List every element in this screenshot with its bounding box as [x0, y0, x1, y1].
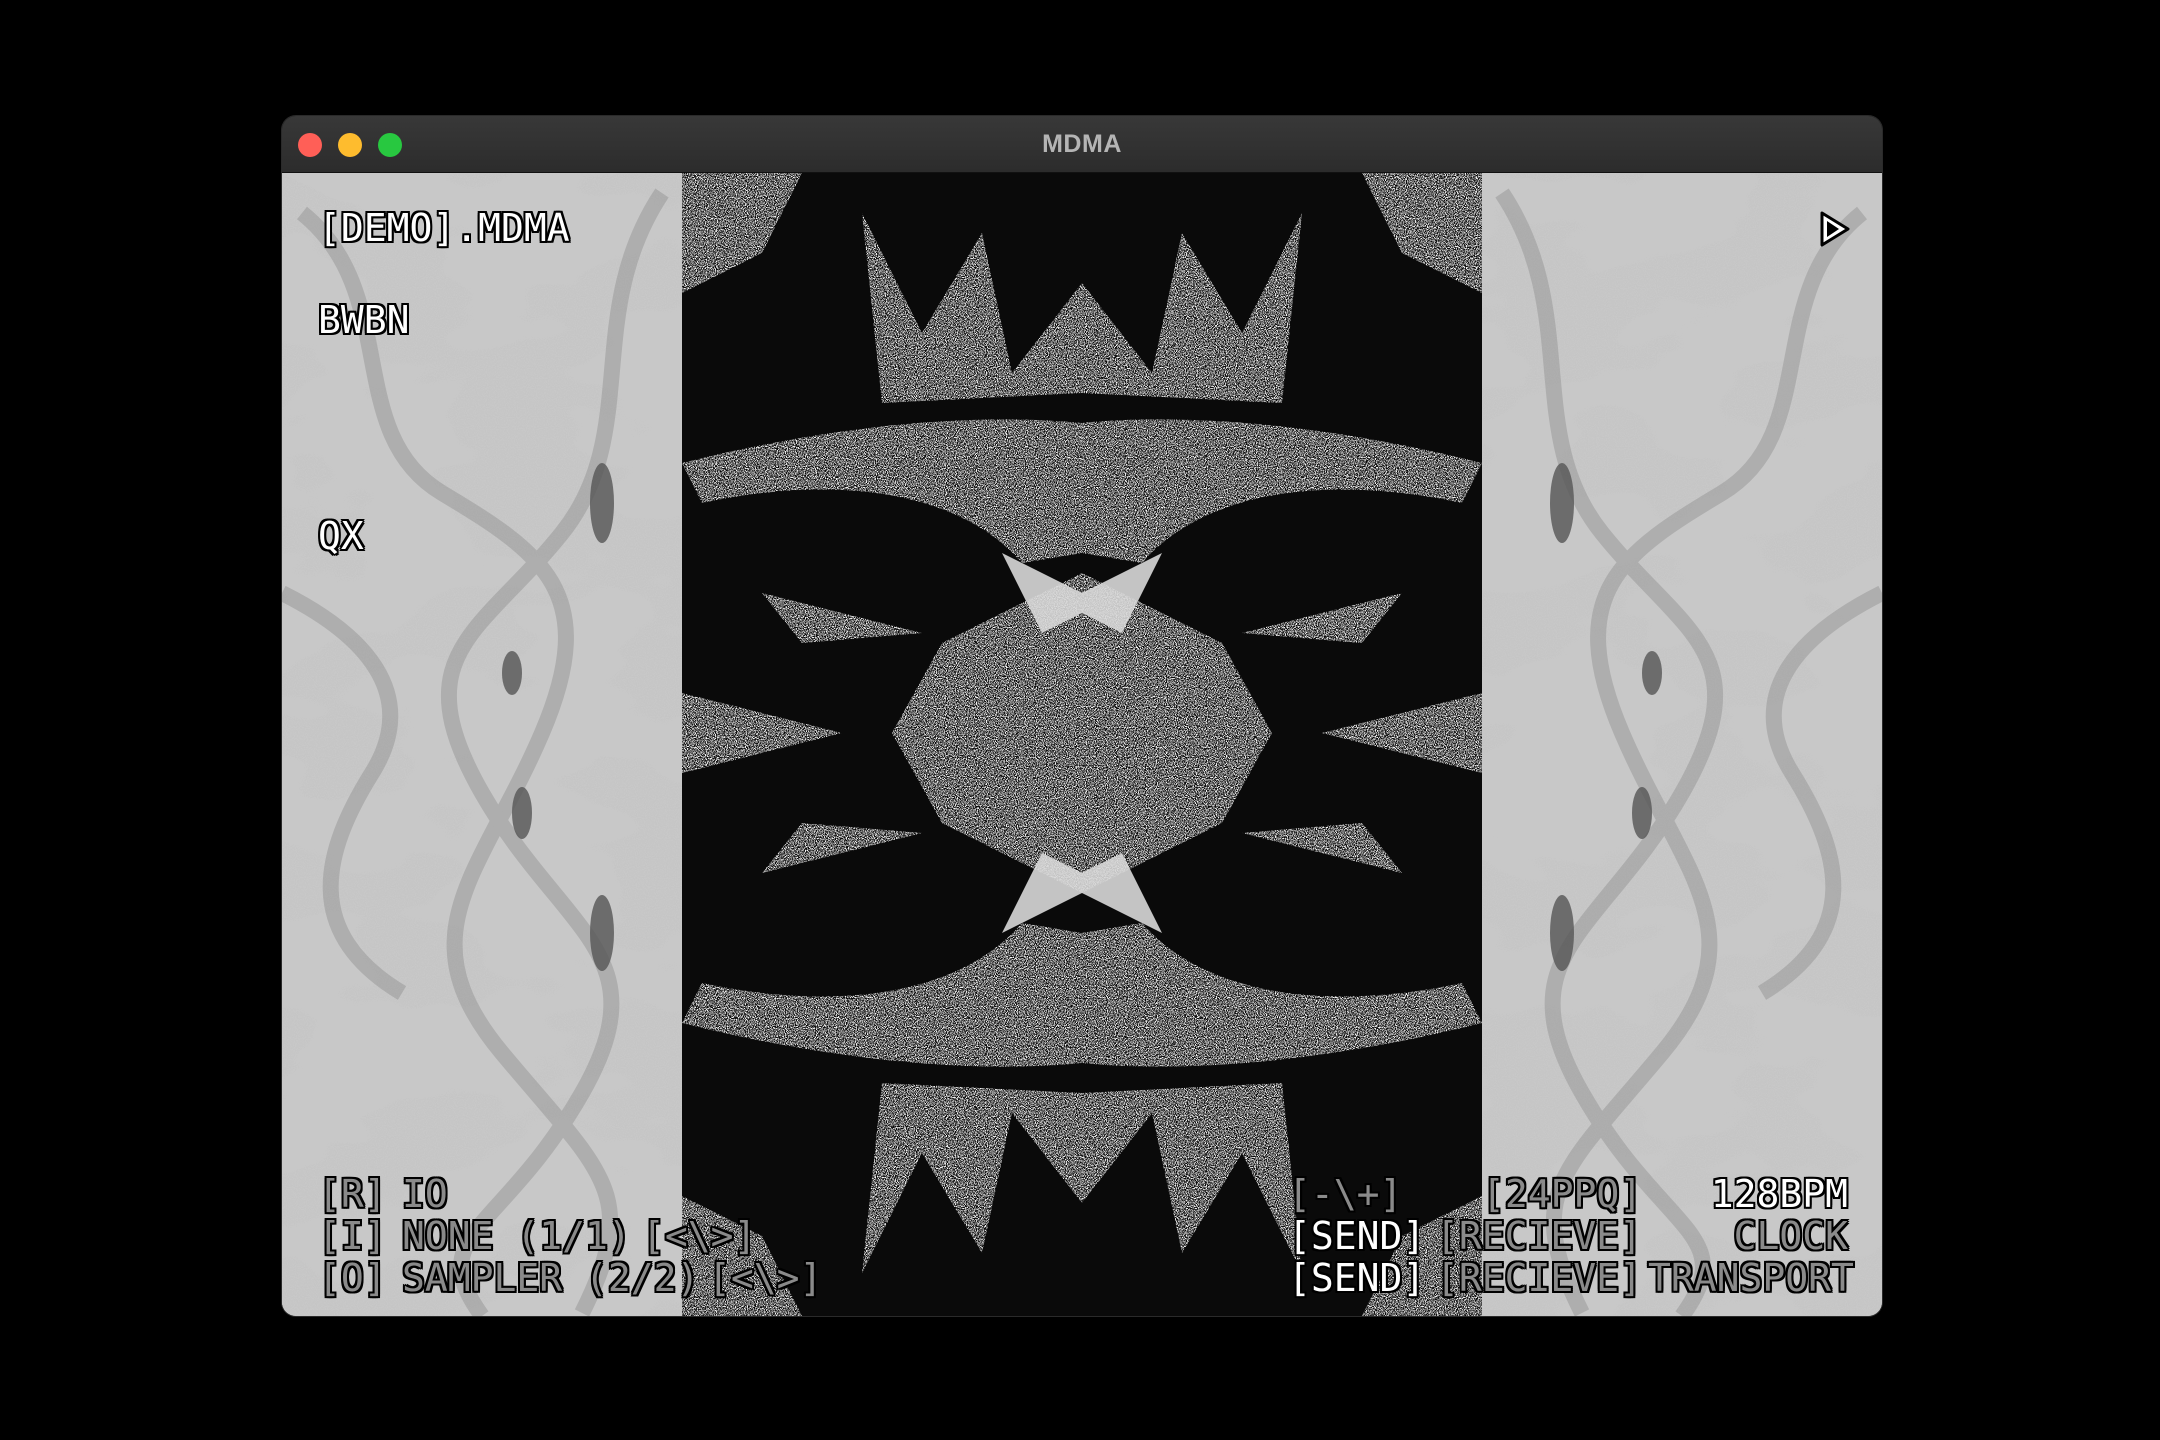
window-title: MDMA: [1042, 130, 1122, 158]
left-marble-pattern: [282, 173, 682, 1316]
left-texture-panel: [282, 173, 682, 1316]
transport-send-button[interactable]: [SEND]: [1288, 1257, 1425, 1299]
transport-label: TRANSPORT: [1648, 1256, 1854, 1300]
clock-label: CLOCK: [1733, 1214, 1848, 1258]
clock-receive-button[interactable]: [RECIEVE]: [1436, 1215, 1642, 1257]
clock-send-button[interactable]: [SEND]: [1288, 1215, 1425, 1257]
io-o-key[interactable]: [O]: [318, 1257, 387, 1299]
zoom-control[interactable]: [-\+]: [1288, 1173, 1402, 1215]
transport-receive-button[interactable]: [RECIEVE]: [1436, 1257, 1642, 1299]
io-r-value[interactable]: IO: [402, 1173, 448, 1215]
play-icon[interactable]: [1814, 209, 1854, 249]
title-bar[interactable]: MDMA: [282, 116, 1882, 173]
app-window: MDMA [DEMO].MDMA BWBN QX [R] IO [I] NONE…: [282, 116, 1882, 1316]
track-label-top[interactable]: BWBN: [318, 299, 410, 341]
io-o-value[interactable]: SAMPLER (2/2): [402, 1257, 699, 1299]
visualizer-canvas[interactable]: [682, 173, 1482, 1316]
right-texture-panel: [1482, 173, 1882, 1316]
canvas-area[interactable]: [DEMO].MDMA BWBN QX [R] IO [I] NONE (1/1…: [282, 173, 1882, 1316]
io-i-key[interactable]: [I]: [318, 1215, 387, 1257]
track-label-middle[interactable]: QX: [318, 515, 364, 557]
file-name[interactable]: [DEMO].MDMA: [318, 207, 570, 249]
io-i-nav[interactable]: [<\>]: [642, 1215, 756, 1257]
ppq-setting[interactable]: [24PPQ]: [1482, 1173, 1642, 1215]
mirrored-visual: [682, 173, 1482, 1316]
right-marble-pattern: [1482, 173, 1882, 1316]
io-o-nav[interactable]: [<\>]: [708, 1257, 822, 1299]
bpm-display[interactable]: 128BPM: [1662, 1173, 1848, 1215]
io-r-key[interactable]: [R]: [318, 1173, 387, 1215]
io-i-value[interactable]: NONE (1/1): [402, 1215, 631, 1257]
